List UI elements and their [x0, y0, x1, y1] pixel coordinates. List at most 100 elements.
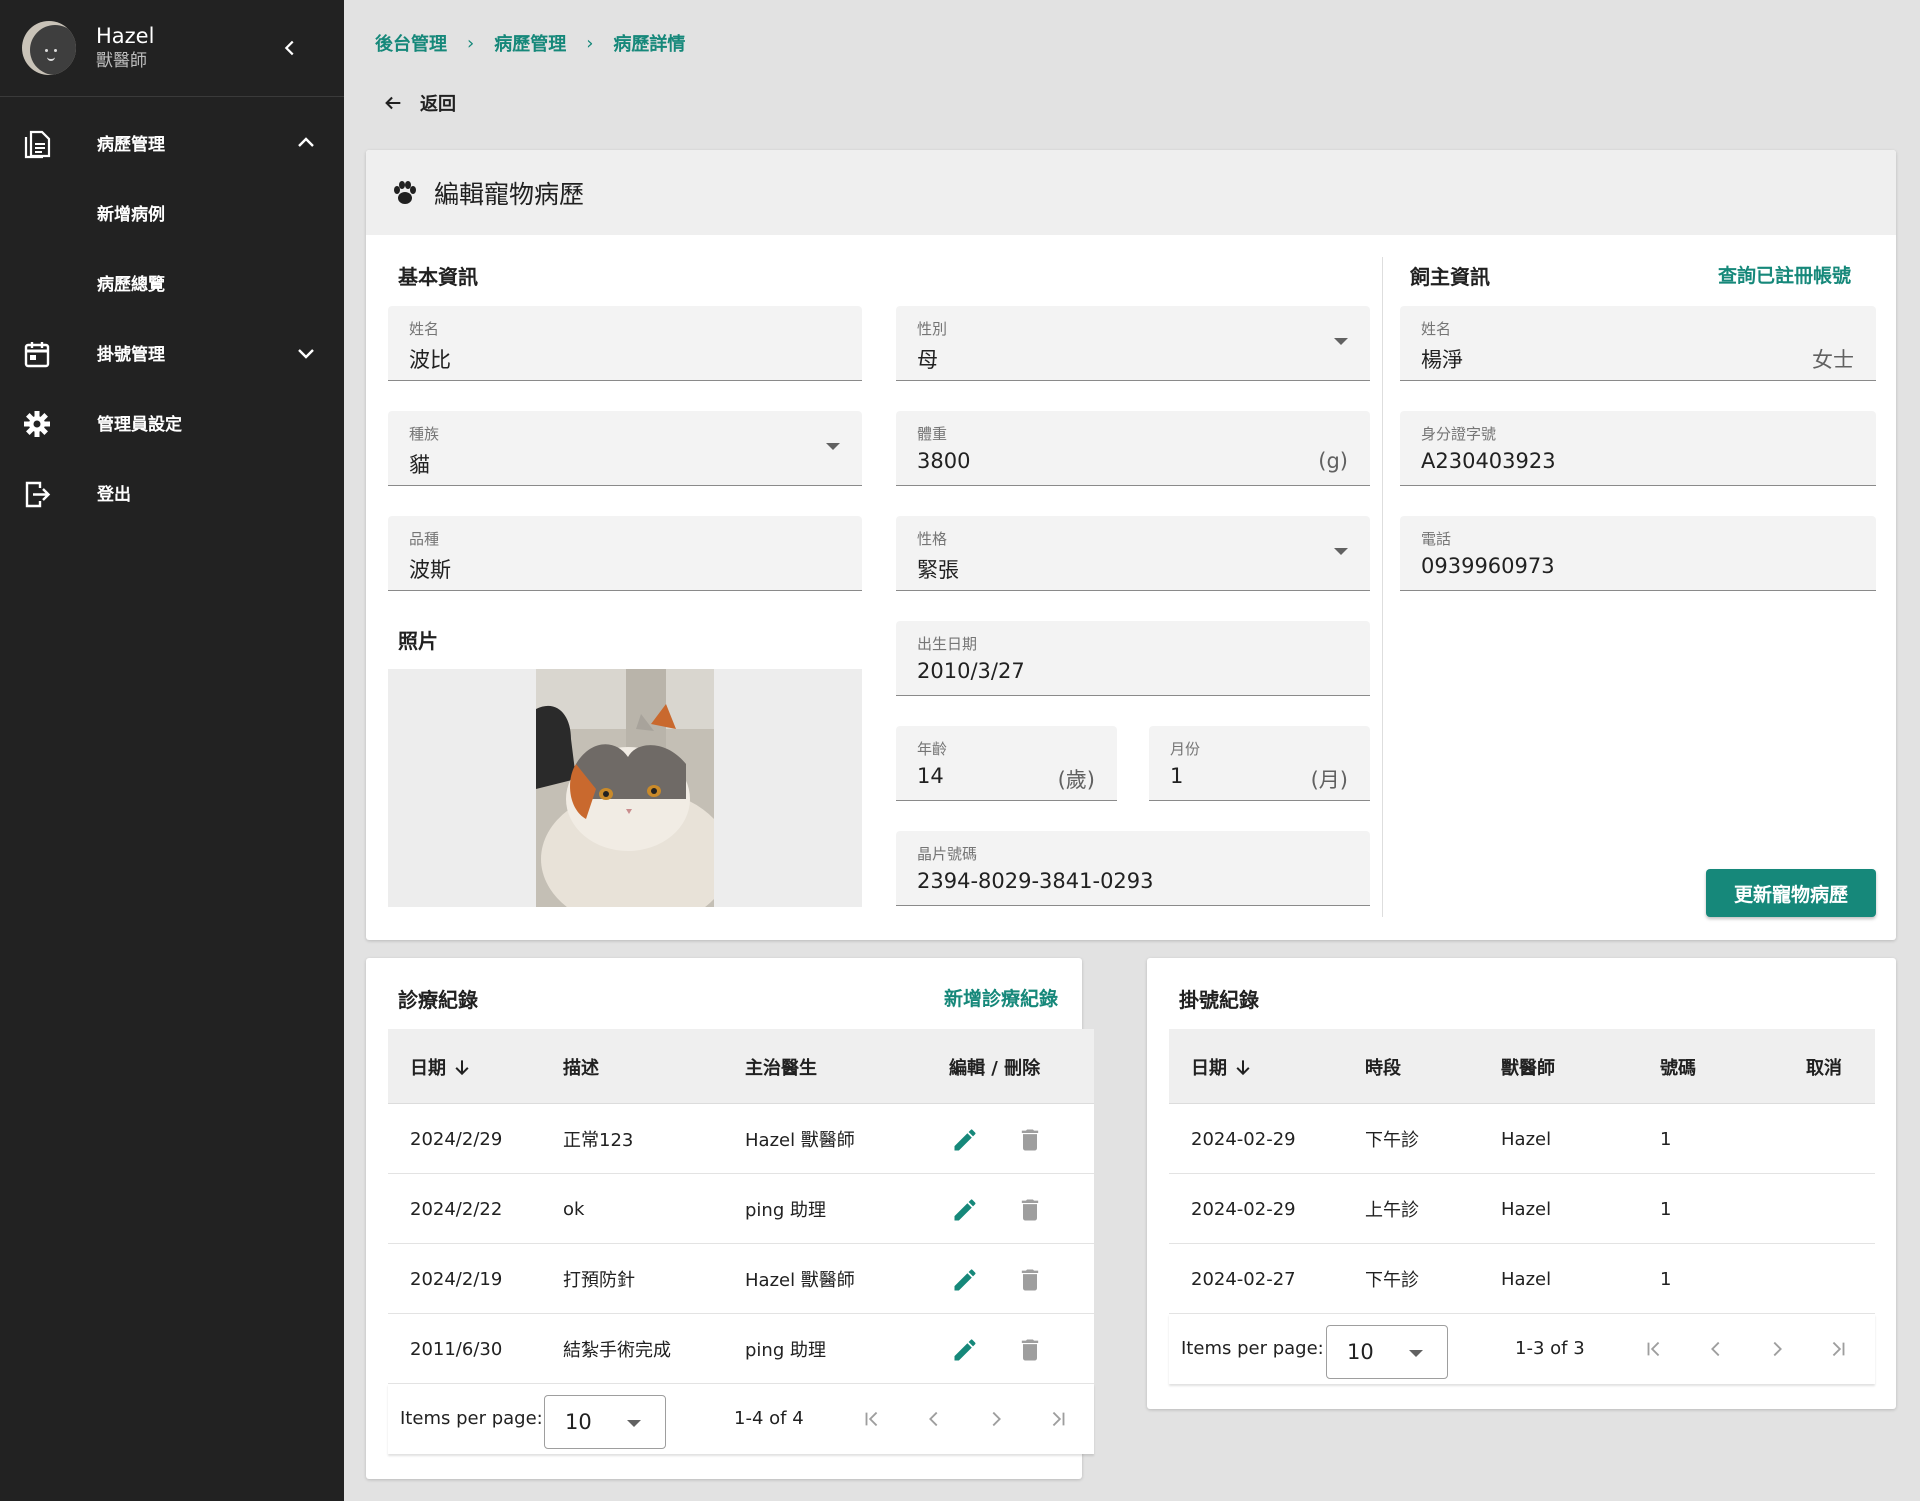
calendar-icon [24, 342, 50, 368]
cell-vet: Hazel [1501, 1268, 1552, 1290]
field-label: 姓名 [409, 320, 440, 338]
edit-record-button[interactable] [951, 1266, 979, 1294]
chevron-right-icon: › [467, 32, 475, 54]
sidebar-item-new-case[interactable]: 新增病例 [0, 177, 344, 247]
photo-title: 照片 [398, 629, 438, 653]
pet-name-field[interactable]: 姓名 波比 [388, 306, 862, 381]
owner-info-title: 飼主資訊 [1410, 265, 1490, 289]
registration-records-table: 日期 時段 獸醫師 號碼 取消 2024-02-29 下午診 Hazel 1 2024-… [1169, 1029, 1875, 1384]
sidebar-item-admin-settings[interactable]: 管理員設定 [0, 387, 344, 457]
unit-suffix: (g) [1318, 449, 1348, 473]
gender-select[interactable]: 性別 母 [896, 306, 1370, 381]
field-value: 0939960973 [1421, 554, 1555, 578]
unit-suffix: (歲) [1057, 768, 1095, 792]
field-label: 身分證字號 [1421, 425, 1497, 443]
breed-field[interactable]: 品種 波斯 [388, 516, 862, 591]
edit-record-button[interactable] [951, 1126, 979, 1154]
sidebar-item-registration[interactable]: 掛號管理 [0, 317, 344, 387]
breadcrumb: 後台管理 › 病歷管理 › 病歷詳情 [375, 30, 685, 56]
cell-number: 1 [1660, 1128, 1672, 1150]
chevron-right-icon [1773, 1341, 1782, 1357]
select-value: 10 [565, 1410, 592, 1434]
previous-page-button[interactable] [921, 1406, 947, 1432]
last-page-icon [1832, 1341, 1845, 1357]
delete-record-button[interactable] [1016, 1126, 1044, 1154]
table-paginator: Items per page: 10 1-3 of 3 [1169, 1314, 1875, 1384]
table-row: 2024/2/22 ok ping 助理 [388, 1174, 1094, 1244]
previous-page-button[interactable] [1703, 1336, 1729, 1362]
weight-field[interactable]: 體重 3800 (g) [896, 411, 1370, 486]
table-row: 2024-02-27 下午診 Hazel 1 [1169, 1244, 1875, 1314]
sidebar-item-records[interactable]: 病歷管理 [0, 107, 344, 177]
field-label: 種族 [409, 425, 440, 443]
pet-photo [536, 669, 714, 907]
add-treatment-record-link[interactable]: 新增診療紀錄 [944, 984, 1058, 1011]
owner-phone-field[interactable]: 電話 0939960973 [1400, 516, 1876, 591]
last-page-button[interactable] [1045, 1406, 1071, 1432]
back-button[interactable]: 返回 [382, 90, 456, 116]
next-page-button[interactable] [983, 1406, 1009, 1432]
field-value: 波斯 [409, 558, 451, 582]
cell-date: 2024/2/19 [410, 1268, 503, 1290]
table-header: 日期 時段 獸醫師 號碼 取消 [1169, 1029, 1875, 1104]
birth-date-field[interactable]: 出生日期 2010/3/27 [896, 621, 1370, 696]
species-select[interactable]: 種族 貓 [388, 411, 862, 486]
field-label: 電話 [1421, 530, 1452, 548]
field-label: 品種 [409, 530, 440, 548]
field-label: 年齡 [917, 740, 948, 758]
breadcrumb-records[interactable]: 病歷管理 [494, 30, 566, 56]
registration-records-title: 掛號紀錄 [1179, 988, 1259, 1012]
first-page-button[interactable] [1641, 1336, 1667, 1362]
field-label: 性別 [917, 320, 948, 338]
user-name: Hazel [96, 24, 155, 48]
sidebar-item-logout[interactable]: 登出 [0, 457, 344, 527]
edit-pet-record-card: 編輯寵物病歷 基本資訊 飼主資訊 查詢已註冊帳號 姓名 波比 種族 貓 品種 波… [366, 150, 1896, 940]
field-label: 出生日期 [917, 635, 978, 653]
items-per-page-select[interactable]: 10 [1326, 1325, 1448, 1379]
edit-card-header: 編輯寵物病歷 [366, 150, 1896, 235]
field-value: 楊淨 [1421, 348, 1463, 372]
dropdown-arrow-icon [826, 443, 840, 450]
chevron-left-icon [929, 1411, 938, 1427]
photo-area[interactable] [388, 669, 862, 907]
cell-description: 正常123 [563, 1130, 634, 1151]
owner-id-field[interactable]: 身分證字號 A230403923 [1400, 411, 1876, 486]
delete-record-button[interactable] [1016, 1336, 1044, 1364]
cell-date: 2024/2/29 [410, 1128, 503, 1150]
age-years-field[interactable]: 年齡 14 (歲) [896, 726, 1117, 801]
sidebar-item-records-overview[interactable]: 病歷總覽 [0, 247, 344, 317]
collapse-sidebar-button[interactable] [276, 34, 304, 62]
first-page-icon [1647, 1341, 1660, 1357]
cell-vet: Hazel [1501, 1198, 1552, 1220]
user-profile: Hazel 獸醫師 [0, 0, 344, 97]
field-value: A230403923 [1421, 449, 1556, 473]
breadcrumb-record-detail[interactable]: 病歷詳情 [613, 30, 685, 56]
first-page-button[interactable] [859, 1406, 885, 1432]
breadcrumb-admin[interactable]: 後台管理 [375, 30, 447, 56]
field-value: 波比 [409, 348, 451, 372]
update-pet-record-button[interactable]: 更新寵物病歷 [1706, 869, 1876, 917]
search-registered-account-link[interactable]: 查詢已註冊帳號 [1718, 261, 1851, 288]
header-edit-delete: 編輯 / 刪除 [949, 1057, 1041, 1079]
items-per-page-label: Items per page: [1181, 1338, 1324, 1359]
items-per-page-select[interactable]: 10 [544, 1395, 666, 1449]
temperament-select[interactable]: 性格 緊張 [896, 516, 1370, 591]
first-page-icon [865, 1411, 878, 1427]
sort-date-header[interactable]: 日期 [410, 1029, 472, 1104]
edit-record-button[interactable] [951, 1196, 979, 1224]
sort-date-header[interactable]: 日期 [1191, 1029, 1253, 1104]
sidebar-item-label: 病歷總覽 [97, 274, 165, 295]
next-page-button[interactable] [1764, 1336, 1790, 1362]
cell-doctor: ping 助理 [745, 1340, 826, 1361]
age-months-field[interactable]: 月份 1 (月) [1149, 726, 1370, 801]
owner-name-field[interactable]: 姓名 楊淨 女士 [1400, 306, 1876, 381]
field-label: 晶片號碼 [917, 845, 978, 863]
delete-record-button[interactable] [1016, 1266, 1044, 1294]
logout-icon [25, 481, 51, 508]
last-page-button[interactable] [1825, 1336, 1851, 1362]
edit-record-button[interactable] [951, 1336, 979, 1364]
cell-description: 結紮手術完成 [563, 1340, 671, 1361]
microchip-field[interactable]: 晶片號碼 2394-8029-3841-0293 [896, 831, 1370, 906]
delete-record-button[interactable] [1016, 1196, 1044, 1224]
header-label: 日期 [410, 1057, 446, 1079]
